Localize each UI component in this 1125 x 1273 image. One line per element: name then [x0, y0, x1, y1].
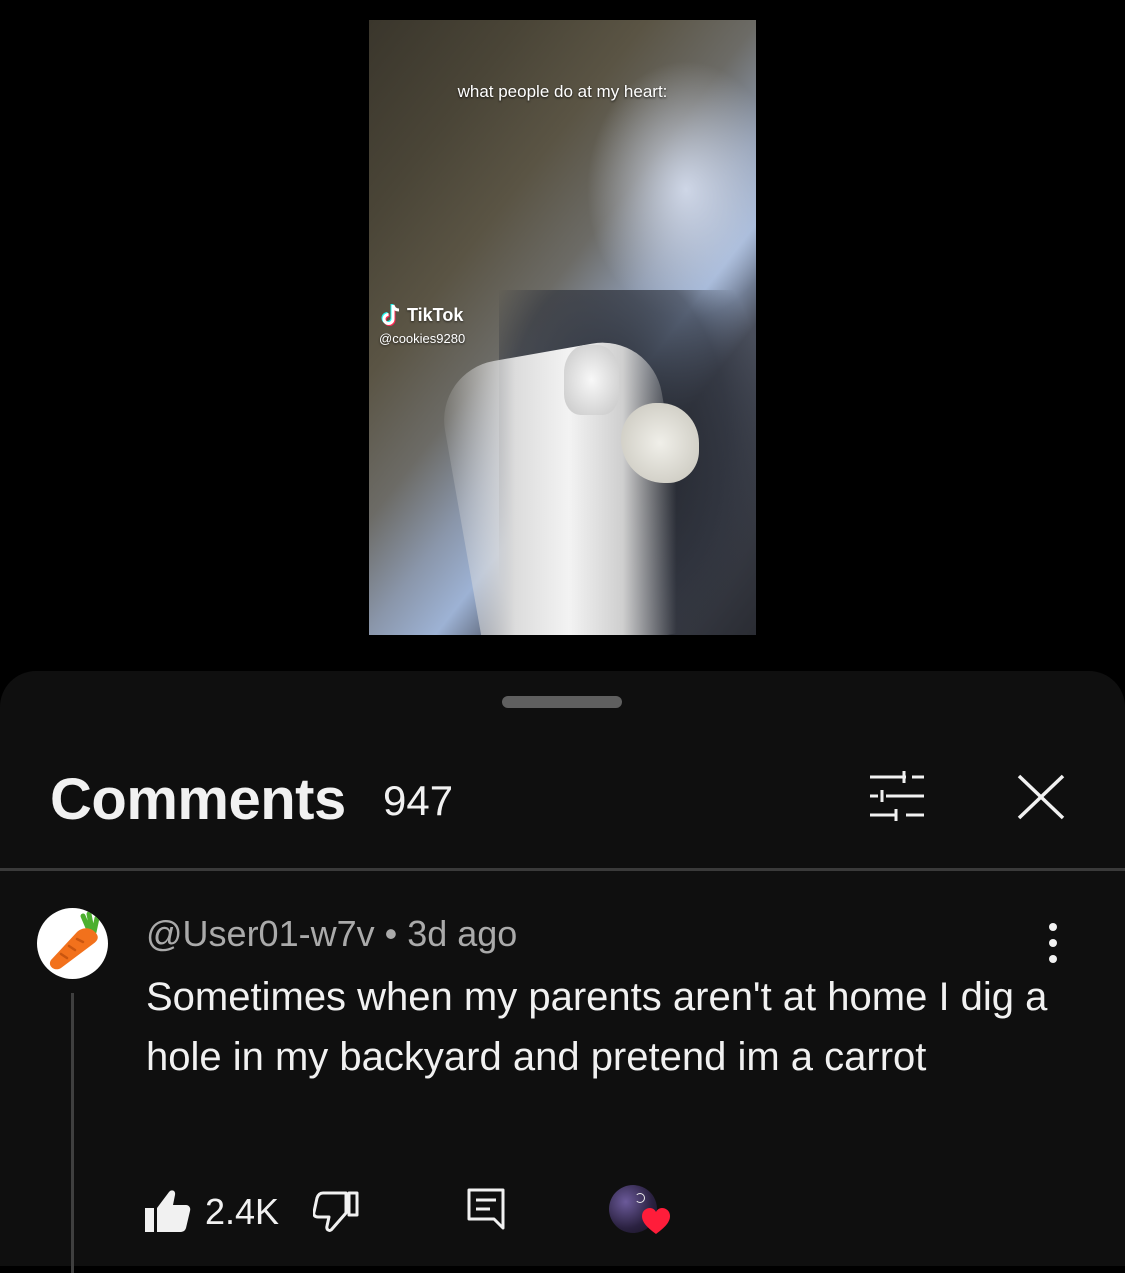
comment-meta: @User01-w7v • 3d ago [146, 913, 517, 955]
comments-count: 947 [383, 777, 454, 824]
comments-title: Comments [50, 767, 346, 832]
like-icon[interactable] [143, 1188, 191, 1234]
tiktok-watermark: TikTok [381, 303, 463, 327]
creator-heart-badge [609, 1185, 671, 1241]
video-shoe [564, 345, 619, 415]
tiktok-logo-icon [381, 304, 400, 326]
heart-icon [642, 1208, 670, 1234]
comment-author[interactable]: @User01-w7v [146, 913, 375, 954]
moon-icon [635, 1193, 645, 1203]
comment-text: Sometimes when my parents aren't at home… [146, 975, 1048, 1079]
tiktok-handle: @cookies9280 [379, 331, 466, 346]
tiktok-brand-label: TikTok [407, 304, 464, 325]
video-caption: what people do at my heart: [457, 82, 668, 101]
comments-sheet: Comments 947 @User01-w7v • 3d ago Sometime… [0, 671, 1125, 1273]
like-count: 2.4K [205, 1191, 280, 1232]
avatar[interactable] [37, 908, 108, 979]
comment-actions: 2.4K [0, 1181, 1125, 1251]
filter-sliders-icon[interactable] [866, 771, 926, 821]
close-icon[interactable] [1015, 773, 1067, 821]
carrot-icon [49, 911, 100, 970]
video-player-area[interactable]: what people do at my heart: TikTok @cook… [0, 0, 1125, 670]
more-options-icon[interactable] [1035, 921, 1071, 965]
drag-handle[interactable] [502, 696, 622, 708]
reply-icon[interactable] [466, 1187, 506, 1231]
header-divider [0, 868, 1125, 871]
dislike-icon[interactable] [313, 1189, 359, 1233]
meta-separator: • [384, 913, 398, 954]
video-frame[interactable]: what people do at my heart: TikTok @cook… [369, 20, 756, 635]
comment-time: 3d ago [407, 913, 518, 954]
